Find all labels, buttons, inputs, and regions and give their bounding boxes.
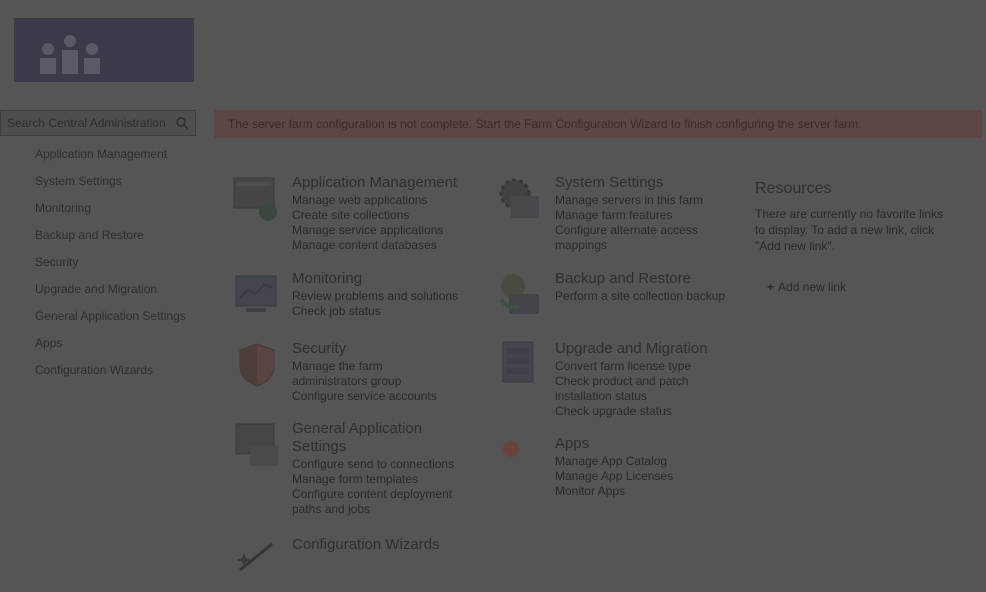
category-link[interactable]: Manage content databases bbox=[292, 238, 457, 253]
category-link[interactable]: Check product and patch installation sta… bbox=[555, 374, 715, 404]
category-link[interactable]: Manage the farm administrators group bbox=[292, 359, 432, 389]
category-title[interactable]: Configuration Wizards bbox=[292, 536, 440, 554]
nav-item-security[interactable]: Security bbox=[35, 254, 195, 271]
category-application-management: Application Management Manage web applic… bbox=[232, 174, 482, 253]
resources-panel: Resources There are currently no favorit… bbox=[755, 180, 955, 294]
category-backup-restore: Backup and Restore Perform a site collec… bbox=[495, 270, 735, 320]
nav-item-application-management[interactable]: Application Management bbox=[35, 146, 195, 163]
status-banner: The server farm configuration is not com… bbox=[214, 110, 982, 138]
category-link[interactable]: Manage App Catalog bbox=[555, 454, 673, 469]
left-navigation: Application Management System Settings M… bbox=[35, 146, 195, 389]
category-link[interactable]: Manage servers in this farm bbox=[555, 193, 735, 208]
category-link[interactable]: Check upgrade status bbox=[555, 404, 715, 419]
resources-message: There are currently no favorite links to… bbox=[755, 207, 944, 253]
general-settings-icon bbox=[235, 423, 278, 466]
nav-item-backup-restore[interactable]: Backup and Restore bbox=[35, 227, 195, 244]
category-title[interactable]: Application Management bbox=[292, 174, 457, 192]
category-link[interactable]: Monitor Apps bbox=[555, 484, 673, 499]
search-box[interactable]: Search Central Administration bbox=[0, 110, 196, 136]
category-link[interactable]: Configure content deployment paths and j… bbox=[292, 487, 472, 517]
upgrade-migration-icon bbox=[502, 341, 534, 383]
banner-text: The server farm configuration is not com… bbox=[228, 117, 862, 131]
people-icon bbox=[40, 35, 100, 74]
backup-restore-icon bbox=[499, 274, 539, 314]
wizard-wand-icon bbox=[237, 542, 273, 572]
category-title[interactable]: Apps bbox=[555, 435, 673, 453]
search-input[interactable]: Search Central Administration bbox=[7, 116, 175, 130]
category-link[interactable]: Review problems and solutions bbox=[292, 289, 458, 304]
category-link[interactable]: Configure alternate access mappings bbox=[555, 223, 735, 253]
search-icon[interactable] bbox=[175, 116, 189, 130]
category-general-application-settings: General Application Settings Configure s… bbox=[232, 420, 482, 517]
nav-item-upgrade-migration[interactable]: Upgrade and Migration bbox=[35, 281, 195, 298]
category-security: Security Manage the farm administrators … bbox=[232, 340, 482, 404]
category-monitoring: Monitoring Review problems and solutions… bbox=[232, 270, 482, 320]
nav-item-system-settings[interactable]: System Settings bbox=[35, 173, 195, 190]
nav-item-general-settings[interactable]: General Application Settings bbox=[35, 308, 195, 325]
category-title[interactable]: Backup and Restore bbox=[555, 270, 725, 288]
category-title[interactable]: Upgrade and Migration bbox=[555, 340, 715, 358]
category-link[interactable]: Manage service applications bbox=[292, 223, 457, 238]
category-link[interactable]: Perform a site collection backup bbox=[555, 289, 725, 304]
monitoring-icon bbox=[235, 275, 277, 312]
nav-item-monitoring[interactable]: Monitoring bbox=[35, 200, 195, 217]
add-new-link-label: Add new link bbox=[778, 280, 847, 294]
application-management-icon bbox=[233, 177, 277, 221]
category-link[interactable]: Manage farm features bbox=[555, 208, 735, 223]
category-link[interactable]: Convert farm license type bbox=[555, 359, 715, 374]
apps-icon bbox=[503, 441, 519, 457]
add-new-link-button[interactable]: + Add new link bbox=[767, 280, 955, 294]
category-title[interactable]: System Settings bbox=[555, 174, 735, 192]
resources-title: Resources bbox=[755, 180, 832, 197]
plus-icon: + bbox=[767, 280, 775, 294]
category-link[interactable]: Manage App Licenses bbox=[555, 469, 673, 484]
category-title[interactable]: Security bbox=[292, 340, 437, 358]
site-logo[interactable] bbox=[14, 18, 194, 82]
category-link[interactable]: Manage form templates bbox=[292, 472, 472, 487]
category-link[interactable]: Check job status bbox=[292, 304, 458, 319]
category-link[interactable]: Manage web applications bbox=[292, 193, 457, 208]
category-title[interactable]: General Application Settings bbox=[292, 420, 432, 456]
category-link[interactable]: Configure service accounts bbox=[292, 389, 437, 404]
category-link[interactable]: Create site collections bbox=[292, 208, 457, 223]
category-upgrade-migration: Upgrade and Migration Convert farm licen… bbox=[495, 340, 735, 419]
category-configuration-wizards: Configuration Wizards bbox=[232, 536, 482, 586]
system-settings-icon bbox=[499, 178, 539, 218]
security-shield-icon bbox=[239, 343, 275, 387]
nav-item-configuration-wizards[interactable]: Configuration Wizards bbox=[35, 362, 195, 379]
category-system-settings: System Settings Manage servers in this f… bbox=[495, 174, 735, 253]
category-apps: Apps Manage App Catalog Manage App Licen… bbox=[495, 435, 735, 499]
nav-item-apps[interactable]: Apps bbox=[35, 335, 195, 352]
category-link[interactable]: Configure send to connections bbox=[292, 457, 472, 472]
category-title[interactable]: Monitoring bbox=[292, 270, 458, 288]
